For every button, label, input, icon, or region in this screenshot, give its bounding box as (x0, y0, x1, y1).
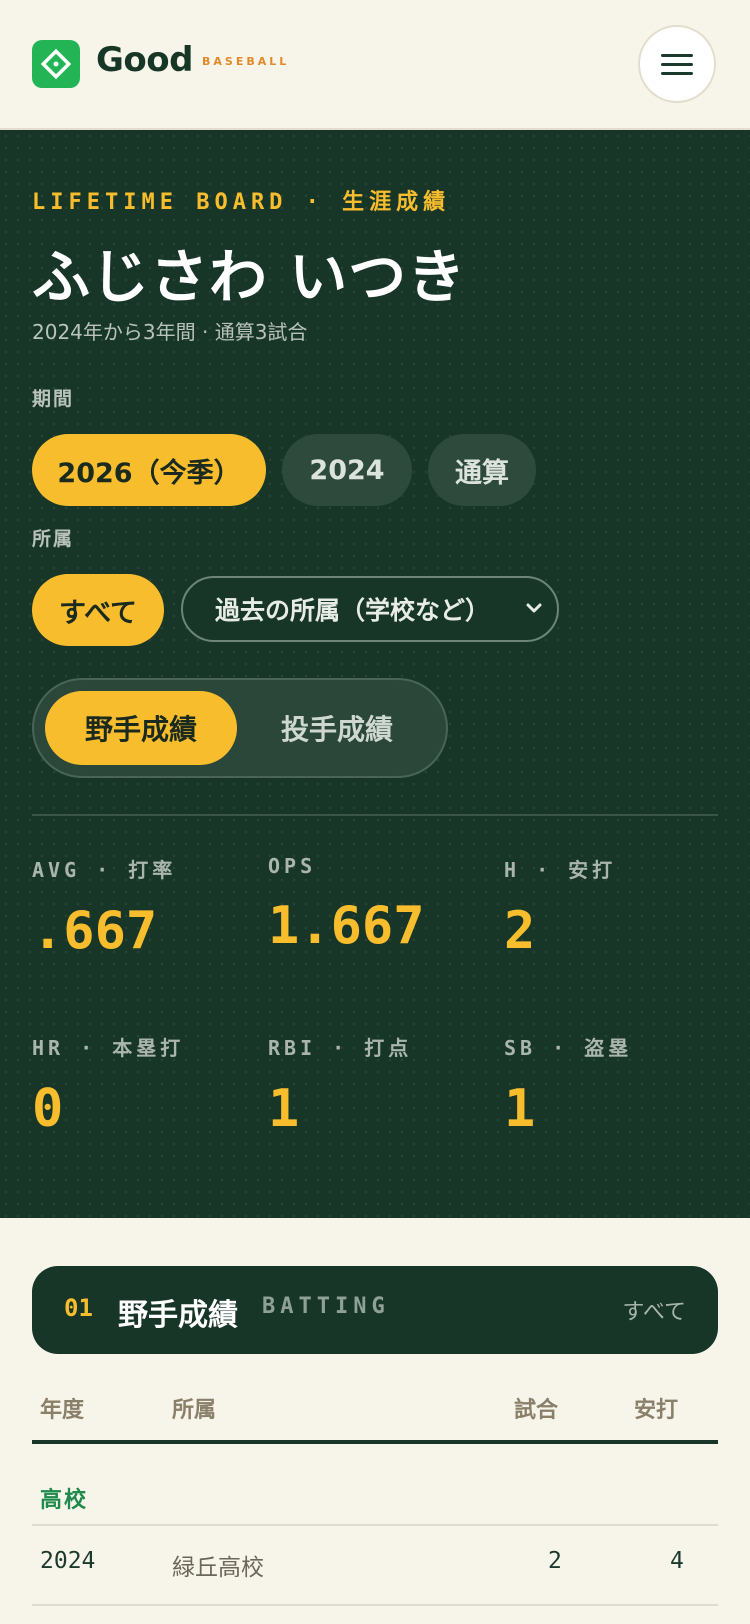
section-title-en: BATTING (262, 1294, 390, 1319)
period-option-total[interactable]: 通算 (428, 434, 536, 506)
stat-value: 1.667 (268, 896, 425, 956)
period-option-current[interactable]: 2026（今季） (32, 434, 266, 506)
section-number: 01 (64, 1294, 93, 1322)
board-eyebrow: LIFETIME BOARD · 生涯成績 (32, 190, 451, 215)
row-divider (32, 1524, 718, 1526)
cell-year: 2024 (40, 1548, 96, 1574)
player-summary: 2024年から3年間 · 通算3試合 (32, 320, 308, 344)
player-name: ふじさわ いつき (32, 243, 467, 311)
tab-pitching[interactable]: 投手成績 (239, 691, 435, 765)
batting-section-header: 01 野手成績 BATTING すべて (32, 1266, 718, 1354)
stat-label: OPS (268, 854, 317, 878)
stat-sb: SB · 盗塁 1 (504, 1032, 724, 1139)
divider (32, 814, 718, 816)
table-header-rule (32, 1440, 718, 1444)
stat-value: 0 (32, 1079, 64, 1139)
column-header-games[interactable]: 試合 (514, 1392, 558, 1424)
logo-subtitle: BASEBALL (202, 55, 290, 68)
column-header-affiliation[interactable]: 所属 (172, 1392, 216, 1424)
cell-games: 2 (548, 1548, 562, 1574)
stat-label: HR · 本塁打 (32, 1036, 185, 1060)
stat-hits: H · 安打 2 (504, 854, 724, 961)
logo-icon[interactable] (32, 40, 80, 88)
cell-hits: 4 (670, 1548, 684, 1574)
affiliation-label: 所属 (32, 528, 75, 550)
stat-hr: HR · 本塁打 0 (32, 1032, 252, 1139)
chevron-down-icon (526, 603, 542, 613)
logo-text: Good (96, 40, 193, 80)
stat-label: SB · 盗塁 (504, 1036, 633, 1060)
stat-avg: AVG · 打率 .667 (32, 854, 252, 961)
column-header-hits[interactable]: 安打 (634, 1392, 678, 1424)
select-value: 過去の所属（学校など） (215, 596, 491, 625)
mode-toggle: 野手成績 投手成績 (32, 678, 448, 778)
stat-value: 1 (504, 1079, 536, 1139)
period-label: 期間 (32, 388, 75, 410)
hamburger-menu-button[interactable] (638, 25, 716, 103)
stat-label: RBI · 打点 (268, 1036, 413, 1060)
period-option-2024[interactable]: 2024 (282, 434, 412, 506)
tab-batting[interactable]: 野手成績 (45, 691, 237, 765)
column-header-year[interactable]: 年度 (40, 1392, 84, 1424)
group-label: 高校 (40, 1488, 89, 1513)
stat-value: 1 (268, 1079, 300, 1139)
affiliation-all-button[interactable]: すべて (32, 574, 164, 646)
menu-icon (661, 53, 693, 57)
section-filter[interactable]: すべて (622, 1294, 686, 1326)
section-title: 野手成績 (118, 1298, 238, 1333)
stat-value: .667 (32, 901, 158, 961)
stat-value: 2 (504, 901, 536, 961)
cell-affiliation: 緑丘高校 (172, 1555, 264, 1581)
app-header: Good BASEBALL (0, 0, 750, 130)
stat-label: AVG · 打率 (32, 858, 177, 882)
past-affiliation-select[interactable]: 過去の所属（学校など） (181, 576, 559, 642)
stat-ops: OPS 1.667 (268, 854, 488, 956)
lifetime-board-hero: LIFETIME BOARD · 生涯成績 ふじさわ いつき 2024年から3年… (0, 130, 750, 1218)
stat-rbi: RBI · 打点 1 (268, 1032, 488, 1139)
stat-label: H · 安打 (504, 858, 617, 882)
row-divider (32, 1604, 718, 1606)
